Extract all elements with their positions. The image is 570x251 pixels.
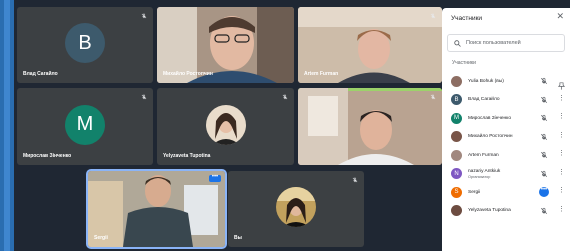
- mic-off-icon: [141, 13, 147, 19]
- avatar: [276, 187, 316, 228]
- participant-row[interactable]: B Влад Сагайло ⋮: [442, 91, 570, 110]
- mic-off-icon: [352, 177, 358, 183]
- avatar: [451, 131, 462, 143]
- mic-off-icon: [430, 13, 436, 19]
- participant-name: Yelyzaveta Tupotina: [468, 208, 511, 214]
- participant-tile-myroslav[interactable]: M Мирослав Зінченко: [17, 88, 153, 165]
- video-grid: B Влад Сагайло Михайло Ростопчин Artem F…: [14, 0, 442, 251]
- participant-name: Yelyzaveta Tupotina: [163, 153, 211, 159]
- avatar: S: [451, 186, 462, 198]
- search-input[interactable]: [466, 40, 561, 46]
- participant-text: Sergii: [468, 190, 480, 195]
- participant-row[interactable]: Yulia Bohuk (вы): [442, 72, 570, 91]
- mic-off-icon[interactable]: [540, 170, 548, 178]
- mic-off-icon[interactable]: [540, 207, 548, 215]
- participant-row[interactable]: M Мирослав Зінченко ⋮: [442, 109, 570, 128]
- participant-name: Вы: [234, 235, 242, 241]
- more-vert-icon[interactable]: ⋮: [558, 150, 565, 158]
- participant-tile-sergii[interactable]: ••• Sergii: [86, 169, 227, 249]
- search-box[interactable]: [447, 34, 565, 52]
- mic-off-icon[interactable]: [540, 96, 548, 104]
- more-vert-icon[interactable]: ⋮: [558, 113, 565, 121]
- participant-row[interactable]: Yelyzaveta Tupotina ⋮: [442, 202, 570, 221]
- participant-text: Михайло Ростопчин: [468, 134, 513, 139]
- participant-text: nazariy Antkiuk Организатор: [468, 169, 500, 179]
- participant-name: Мирослав Зінченко: [468, 115, 512, 121]
- participant-name: Влад Сагайло: [468, 97, 500, 103]
- pin-icon[interactable]: [557, 77, 566, 90]
- participant-name: Мирослав Зінченко: [23, 153, 72, 159]
- taskbar-stripe: [4, 0, 10, 251]
- participant-text: Влад Сагайло: [468, 97, 500, 102]
- mic-off-icon[interactable]: [540, 114, 548, 122]
- participant-name: Влад Сагайло: [23, 71, 58, 77]
- video-feed: [88, 171, 225, 247]
- participant-name: Artem Furman: [304, 71, 339, 77]
- participant-text: Мирослав Зінченко: [468, 116, 511, 121]
- mic-off-icon: [282, 94, 288, 100]
- panel-title: Участники: [451, 15, 483, 22]
- more-vert-icon[interactable]: ⋮: [558, 95, 565, 103]
- more-vert-icon[interactable]: ⋮: [558, 187, 565, 195]
- participant-name: Sergii: [468, 189, 481, 195]
- participant-tile-unnamed[interactable]: [298, 88, 442, 165]
- section-label: Участники: [452, 60, 476, 66]
- mic-off-icon[interactable]: [540, 133, 548, 141]
- avatar: B: [451, 94, 462, 106]
- more-options-button[interactable]: •••: [209, 174, 221, 182]
- participant-row[interactable]: Михайло Ростопчин ⋮: [442, 128, 570, 147]
- participant-tile-vlad[interactable]: B Влад Сагайло: [17, 7, 153, 83]
- more-vert-icon[interactable]: ⋮: [558, 132, 565, 140]
- avatar: N: [451, 168, 462, 180]
- more-vert-icon[interactable]: ⋮: [558, 206, 565, 214]
- video-feed: [298, 88, 442, 165]
- search-icon: [454, 39, 461, 47]
- avatar: [205, 104, 246, 145]
- participant-name: Sergii: [94, 235, 108, 241]
- mic-off-icon: [430, 94, 436, 100]
- participant-text: Yulia Bohuk (вы): [468, 79, 504, 84]
- participant-text: Yelyzaveta Tupotina: [468, 208, 511, 213]
- participant-role: Организатор: [468, 174, 491, 179]
- participant-list: Yulia Bohuk (вы) B Влад Сагайло ⋮ M Мирослав …: [442, 72, 570, 220]
- taskbar-edge: [0, 0, 14, 251]
- avatar: [451, 205, 462, 217]
- panel-header: Участники ✕: [442, 8, 570, 30]
- participant-name: Михайло Ростопчин: [163, 71, 213, 77]
- participant-text: Artem Furman: [468, 153, 499, 158]
- participant-tile-yelyzaveta[interactable]: Yelyzaveta Tupotina: [157, 88, 294, 165]
- close-icon[interactable]: ✕: [556, 12, 564, 21]
- speaking-indicator-icon: •••: [539, 187, 549, 197]
- avatar: B: [65, 23, 105, 64]
- mic-off-icon[interactable]: [540, 77, 548, 85]
- more-vert-icon[interactable]: ⋮: [558, 169, 565, 177]
- avatar: M: [65, 104, 105, 145]
- participant-name: Yulia Bohuk (вы): [468, 78, 504, 84]
- participants-panel: Участники ✕ Участники Yulia Bohuk (вы) B В…: [442, 8, 570, 251]
- participant-tile-self[interactable]: Вы: [228, 171, 364, 247]
- participant-name: Михайло Ростопчин: [468, 134, 513, 140]
- avatar: M: [451, 112, 462, 124]
- participant-tile-artem[interactable]: Artem Furman: [298, 7, 442, 83]
- avatar: [451, 149, 462, 161]
- mic-off-icon: [141, 94, 147, 100]
- participant-name: Artem Furman: [468, 152, 499, 158]
- avatar: [451, 75, 462, 87]
- participant-row[interactable]: S Sergii ••• ⋮: [442, 183, 570, 202]
- participant-row[interactable]: Nnazariy Antkiuk Организатор ⋮: [442, 165, 570, 184]
- participant-name: nazariy Antkiuk: [468, 168, 501, 174]
- participant-tile-mykhailo[interactable]: Михайло Ростопчин: [157, 7, 294, 83]
- participant-row[interactable]: Artem Furman ⋮: [442, 146, 570, 165]
- mic-off-icon[interactable]: [540, 151, 548, 159]
